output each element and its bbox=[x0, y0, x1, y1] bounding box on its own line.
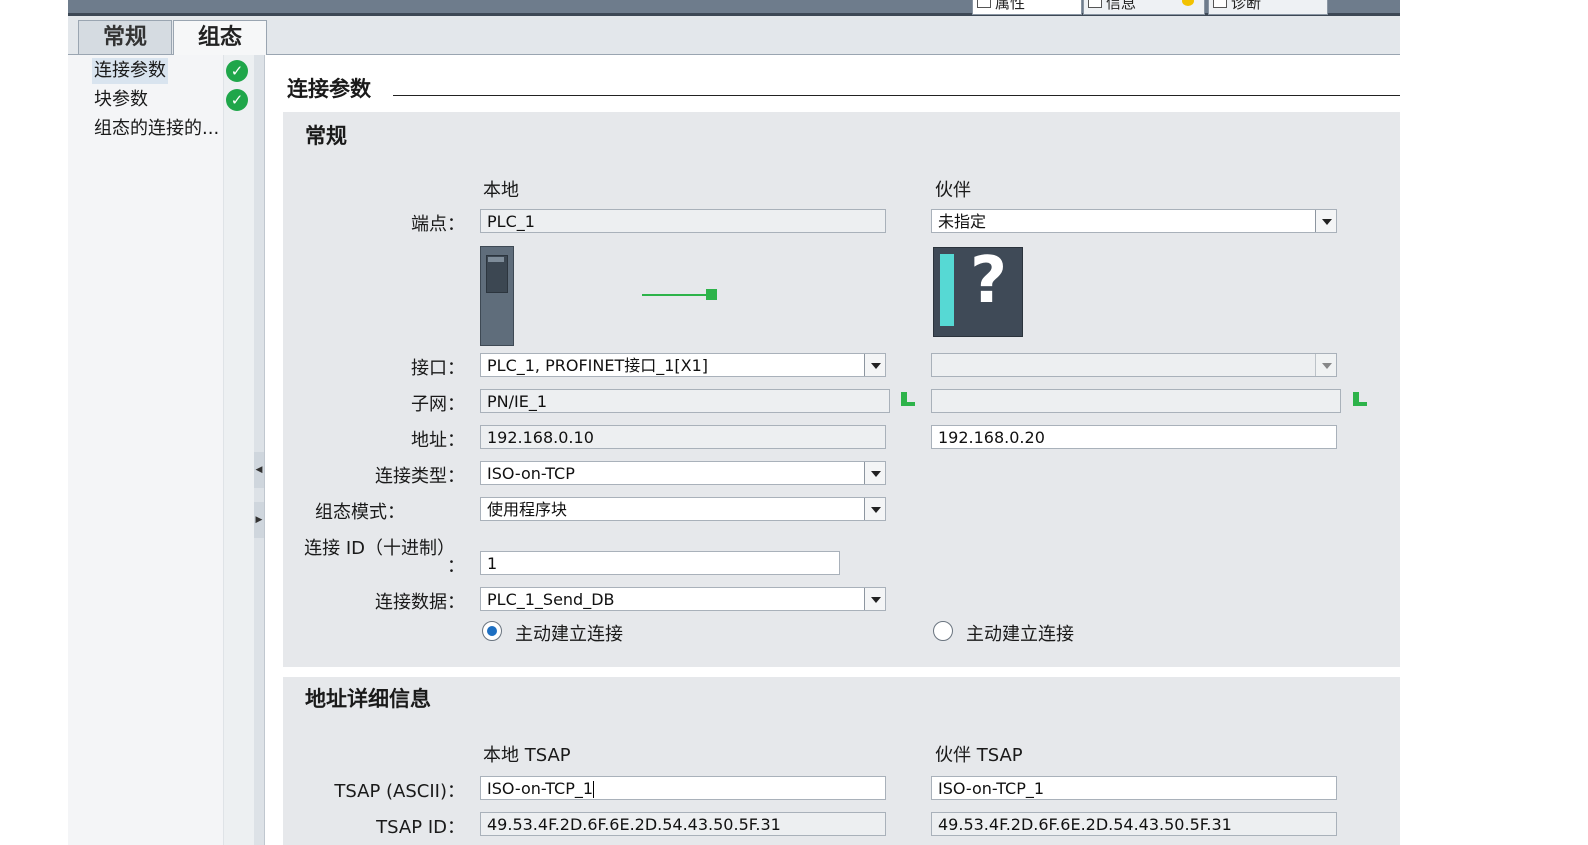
sidebar-item-configured-connections[interactable]: 组态的连接的... bbox=[94, 116, 219, 142]
chevron-down-icon[interactable] bbox=[864, 462, 885, 484]
local-address-field: 192.168.0.10 bbox=[480, 425, 886, 449]
interface-label: 接口： bbox=[411, 358, 465, 379]
local-tsap-id-field: 49.53.4F.2D.6F.6E.2D.54.43.50.5F.31 bbox=[480, 812, 886, 836]
connection-data-label: 连接数据： bbox=[375, 592, 465, 613]
expand-right-icon[interactable]: ▶ bbox=[254, 502, 264, 538]
chevron-down-icon[interactable] bbox=[864, 354, 885, 376]
connection-type-select[interactable]: ISO-on-TCP bbox=[480, 461, 886, 485]
check-icon: ✓ bbox=[226, 89, 248, 111]
connection-line bbox=[642, 294, 708, 296]
tsap-ascii-label: TSAP (ASCII)： bbox=[334, 781, 465, 802]
partner-subnet-field bbox=[931, 389, 1341, 413]
sidebar-item-connection-params[interactable]: 连接参数 bbox=[92, 58, 168, 84]
tab-info[interactable]: 信息 bbox=[1083, 0, 1205, 15]
tab-configuration[interactable]: 组态 bbox=[173, 20, 267, 56]
local-header: 本地 bbox=[483, 180, 519, 201]
local-endpoint-field: PLC_1 bbox=[480, 209, 886, 233]
partner-active-connect-label: 主动建立连接 bbox=[966, 624, 1074, 645]
properties-window: 属性 信息 诊断 常规 组态 连接参数 ✓ 块参数 ✓ 组态的连接的... ◀ … bbox=[68, 0, 1400, 845]
local-active-connect-label: 主动建立连接 bbox=[515, 624, 623, 645]
unknown-device-icon: ? bbox=[933, 244, 1023, 337]
address-details-section: 地址详细信息 本地 TSAP 伙伴 TSAP TSAP (ASCII)： ISO… bbox=[283, 677, 1400, 845]
diagnostics-icon bbox=[1213, 0, 1227, 8]
collapse-left-icon[interactable]: ◀ bbox=[254, 452, 264, 488]
local-tsap-header: 本地 TSAP bbox=[483, 745, 571, 766]
local-tsap-ascii-input[interactable]: ISO-on-TCP_1 bbox=[480, 776, 886, 800]
network-icon bbox=[901, 392, 915, 408]
tab-properties[interactable]: 属性 bbox=[972, 0, 1082, 15]
page-title: 连接参数 bbox=[287, 77, 371, 101]
local-subnet-field: PN/IE_1 bbox=[480, 389, 890, 413]
local-active-connect-radio[interactable] bbox=[482, 621, 502, 641]
general-section: 常规 本地 伙伴 端点： PLC_1 未指定 ? 接口： PLC_1, PROF… bbox=[283, 112, 1400, 667]
tab-diagnostics[interactable]: 诊断 bbox=[1208, 0, 1328, 15]
partner-address-field[interactable]: 192.168.0.20 bbox=[931, 425, 1337, 449]
sidebar-item-block-params[interactable]: 块参数 bbox=[94, 87, 148, 113]
address-details-title: 地址详细信息 bbox=[305, 687, 431, 711]
plc-device-icon bbox=[480, 246, 514, 346]
text-cursor bbox=[593, 781, 595, 798]
chevron-down-icon[interactable] bbox=[864, 588, 885, 610]
partner-tsap-header: 伙伴 TSAP bbox=[935, 745, 1023, 766]
connection-type-label: 连接类型： bbox=[375, 466, 465, 487]
panel-splitter[interactable] bbox=[254, 55, 265, 845]
properties-icon bbox=[977, 0, 991, 8]
warning-icon bbox=[1182, 0, 1194, 6]
local-interface-select[interactable]: PLC_1, PROFINET接口_1[X1] bbox=[480, 353, 886, 377]
connection-id-label: 连接 ID（十进制） bbox=[304, 538, 455, 559]
title-rule bbox=[393, 95, 1400, 96]
config-mode-select[interactable]: 使用程序块 bbox=[480, 497, 886, 521]
connection-id-label-colon: ： bbox=[447, 556, 465, 577]
content-area: 连接参数 常规 本地 伙伴 端点： PLC_1 未指定 ? 接口： PLC_1,… bbox=[265, 55, 1400, 845]
partner-tsap-id-field: 49.53.4F.2D.6F.6E.2D.54.43.50.5F.31 bbox=[931, 812, 1337, 836]
partner-active-connect-radio[interactable] bbox=[933, 621, 953, 641]
chevron-down-icon[interactable] bbox=[864, 498, 885, 520]
general-section-title: 常规 bbox=[305, 124, 347, 148]
chevron-down-icon bbox=[1315, 354, 1336, 376]
partner-header: 伙伴 bbox=[935, 180, 971, 201]
config-mode-label: 组态模式： bbox=[315, 502, 405, 523]
check-icon: ✓ bbox=[226, 60, 248, 82]
tab-bar: 常规 组态 bbox=[68, 16, 1400, 56]
partner-endpoint-select[interactable]: 未指定 bbox=[931, 209, 1337, 233]
chevron-down-icon[interactable] bbox=[1315, 210, 1336, 232]
endpoint-label: 端点： bbox=[411, 214, 465, 235]
address-label: 地址： bbox=[411, 430, 465, 451]
connection-id-input[interactable]: 1 bbox=[480, 551, 840, 575]
tsap-id-label: TSAP ID： bbox=[376, 817, 465, 838]
partner-tsap-ascii-input[interactable]: ISO-on-TCP_1 bbox=[931, 776, 1337, 800]
network-icon bbox=[1353, 392, 1367, 408]
sidebar-status-column bbox=[223, 55, 256, 845]
subnet-label: 子网： bbox=[411, 394, 465, 415]
info-icon bbox=[1088, 0, 1102, 8]
tab-general[interactable]: 常规 bbox=[78, 20, 172, 54]
connection-data-select[interactable]: PLC_1_Send_DB bbox=[480, 587, 886, 611]
port-icon bbox=[706, 289, 717, 300]
partner-interface-select bbox=[931, 353, 1337, 377]
